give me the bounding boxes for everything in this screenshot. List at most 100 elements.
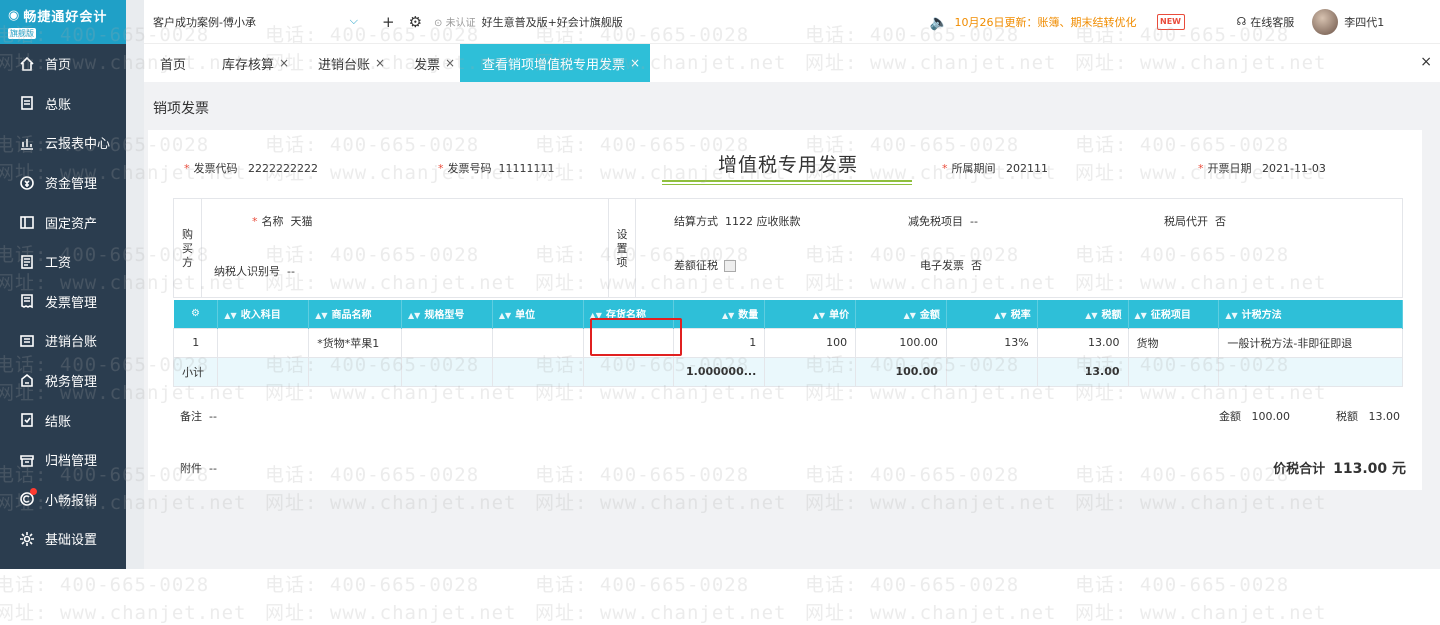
sort-icon[interactable]: ▲▼ xyxy=(1085,311,1097,320)
close-tab-icon[interactable]: × xyxy=(630,56,640,70)
cert-status[interactable]: ⊙ 未认证 xyxy=(434,14,476,29)
avatar[interactable] xyxy=(1312,8,1339,35)
sidebar-item-9[interactable]: 结账 xyxy=(0,400,126,440)
close-tab-icon[interactable]: × xyxy=(375,56,385,70)
column-settings-icon[interactable]: ⚙ xyxy=(173,300,219,328)
table-cell xyxy=(1127,356,1220,387)
tab-4[interactable]: 查看销项增值税专用发票 × xyxy=(460,44,651,82)
sidebar-item-4[interactable]: 固定资产 xyxy=(0,202,126,242)
tab-1[interactable]: 库存核算 × xyxy=(214,44,297,82)
settle-method: 结算方式 1122 应收账款 xyxy=(674,215,801,228)
user-name[interactable]: 李四代1 xyxy=(1344,14,1384,30)
sidebar-item-2[interactable]: 云报表中心 xyxy=(0,123,126,163)
add-icon[interactable]: + xyxy=(382,13,395,31)
tax-exempt: 减免税项目 -- xyxy=(908,215,978,228)
sidebar-item-label: 固定资产 xyxy=(45,216,98,232)
column-header[interactable]: ▲▼ 商品名称 xyxy=(308,300,403,328)
sidebar-item-label: 归档管理 xyxy=(45,454,98,470)
sort-icon[interactable]: ▲▼ xyxy=(315,311,327,320)
sort-icon[interactable]: ▲▼ xyxy=(408,311,420,320)
column-header[interactable]: ▲▼ 税率 xyxy=(946,300,1038,328)
sidebar-item-8[interactable]: 税务管理 xyxy=(0,361,126,401)
edition-badge: 旗舰版 xyxy=(8,28,36,39)
tab-bar: 首页 库存核算 × 进销台账 × 发票 × 查看销项增值税专用发票 × xyxy=(144,44,1440,82)
agent-issue: 税局代开 否 xyxy=(1164,215,1226,228)
news-ticker[interactable]: 10月26日更新：账簿、期末结转优化 xyxy=(955,14,1137,30)
tab-label: 库存核算 xyxy=(222,57,275,73)
subtotal-qty: 1.000000... xyxy=(673,356,766,387)
table-cell[interactable] xyxy=(491,327,584,358)
invoice-date: * 开票日期 2021-11-03 xyxy=(1198,162,1326,175)
table-cell[interactable] xyxy=(401,327,493,358)
new-video-icon[interactable]: NEW xyxy=(1156,13,1185,30)
sidebar-item-0[interactable]: 首页 xyxy=(0,44,126,84)
app-logo[interactable]: ◉ 畅捷通好会计 旗舰版 xyxy=(0,0,126,44)
table-cell xyxy=(217,356,310,387)
sort-icon[interactable]: ▲▼ xyxy=(224,311,236,320)
chevron-down-icon: ⌵ xyxy=(349,13,358,27)
sort-icon[interactable]: ▲▼ xyxy=(904,311,916,320)
sidebar-item-11[interactable]: 小畅报销 xyxy=(0,480,126,520)
diff-tax-checkbox[interactable] xyxy=(724,260,736,272)
table-cell[interactable]: *货物*苹果1 xyxy=(308,327,403,358)
buyer-label: 购买方 xyxy=(174,199,202,298)
close-all-tabs-icon[interactable]: × xyxy=(1420,54,1432,70)
sidebar-item-label: 小畅报销 xyxy=(45,493,98,509)
sidebar-collapse-strip[interactable] xyxy=(126,0,144,569)
sidebar-item-7[interactable]: 进销台账 xyxy=(0,321,126,361)
table-cell[interactable] xyxy=(217,327,310,358)
tab-2[interactable]: 进销台账 × xyxy=(310,44,393,82)
table-row[interactable]: 1 *货物*苹果1 1 100 100.00 13% 13.00 货物 一般计税方法-非即征即退 xyxy=(172,327,1403,358)
column-header[interactable]: ▲▼ 征税项目 xyxy=(1128,300,1220,328)
invoice-card: * 发票代码 2222222222 * 发票号码 11111111 增值税专用发票 … xyxy=(148,130,1422,490)
account-selector[interactable]: 客户成功案例-傅小承 ⌵ xyxy=(144,14,368,30)
table-cell[interactable]: 100.00 xyxy=(855,327,947,358)
table-cell xyxy=(764,356,857,387)
sidebar-item-3[interactable]: 资金管理 xyxy=(0,163,126,203)
sort-icon[interactable]: ▲▼ xyxy=(994,311,1006,320)
chart-icon xyxy=(18,134,36,152)
column-header[interactable]: ▲▼ 收入科目 xyxy=(217,300,310,328)
sidebar-item-label: 资金管理 xyxy=(45,177,98,193)
money-icon xyxy=(18,174,36,192)
close-tab-icon[interactable]: × xyxy=(279,56,289,70)
sidebar-item-5[interactable]: 工资 xyxy=(0,242,126,282)
close-tab-icon[interactable]: × xyxy=(445,56,455,70)
column-header[interactable]: ▲▼ 税额 xyxy=(1037,300,1129,328)
amount-summary: 金额 100.00 xyxy=(1219,410,1290,423)
sort-icon[interactable]: ▲▼ xyxy=(1225,311,1237,320)
online-service-button[interactable]: ☊ 在线客服 xyxy=(1237,14,1295,30)
watermark-text: 电话: 400-665-0028 xyxy=(265,574,480,596)
tab-3[interactable]: 发票 × xyxy=(406,44,463,82)
ledger-icon xyxy=(18,94,36,112)
settings-icon[interactable]: ⚙ xyxy=(409,13,422,31)
sidebar-item-6[interactable]: 发票管理 xyxy=(0,282,126,322)
column-header[interactable]: ▲▼ 单价 xyxy=(764,300,857,328)
table-cell[interactable]: 100 xyxy=(764,327,857,358)
table-cell[interactable]: 1 xyxy=(673,327,766,358)
column-header[interactable]: ▲▼ 数量 xyxy=(673,300,766,328)
sidebar-item-label: 税务管理 xyxy=(45,375,98,391)
column-header[interactable]: ▲▼ 单位 xyxy=(492,300,584,328)
tab-0[interactable]: 首页 xyxy=(152,44,194,82)
column-header[interactable]: ▲▼ 计税方法 xyxy=(1218,300,1403,328)
page-title: 销项发票 xyxy=(153,101,209,117)
sidebar-item-10[interactable]: 归档管理 xyxy=(0,440,126,480)
sidebar-item-12[interactable]: 基础设置 xyxy=(0,519,126,559)
sort-icon[interactable]: ▲▼ xyxy=(722,311,734,320)
sidebar-item-1[interactable]: 总账 xyxy=(0,84,126,124)
table-cell[interactable]: 货物 xyxy=(1127,327,1220,358)
table-cell[interactable]: 一般计税方法-非即征即退 xyxy=(1218,327,1403,358)
headset-icon: ☊ xyxy=(1236,15,1247,28)
sort-icon[interactable]: ▲▼ xyxy=(813,311,825,320)
archive-icon xyxy=(18,451,36,469)
remark: 备注 -- xyxy=(180,410,217,423)
table-cell[interactable]: 13.00 xyxy=(1036,327,1129,358)
column-header[interactable]: ▲▼ 金额 xyxy=(855,300,947,328)
column-header[interactable]: ▲▼ 规格型号 xyxy=(401,300,493,328)
table-cell[interactable]: 1 xyxy=(172,327,219,358)
table-cell xyxy=(945,356,1038,387)
sort-icon[interactable]: ▲▼ xyxy=(1135,311,1147,320)
table-cell[interactable]: 13% xyxy=(945,327,1038,358)
sort-icon[interactable]: ▲▼ xyxy=(499,311,511,320)
